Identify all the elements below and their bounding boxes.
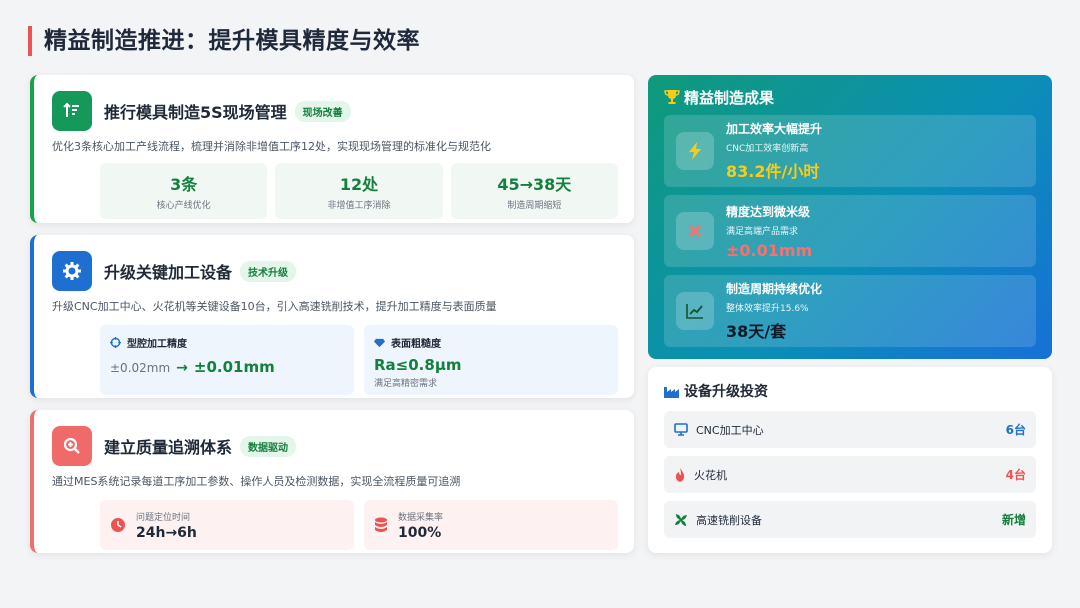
- spec-box-precision: 型腔加工精度 ±0.02mm → ±0.01mm: [100, 325, 354, 395]
- database-icon: [374, 517, 388, 533]
- card-description: 升级CNC加工中心、火花机等关键设备10台，引入高速铣削技术，提升加工精度与表面…: [52, 300, 497, 313]
- crosshair-icon: [110, 337, 121, 348]
- spec-box-roughness: 表面粗糙度 Ra≤0.8μm 满足高精密需求: [364, 325, 618, 395]
- stat-value: 45→38天: [497, 175, 572, 194]
- investment-name: CNC加工中心: [696, 423, 764, 437]
- investment-panel: 设备升级投资 CNC加工中心 6台 火花机 4台 高速铣削设备 新增: [648, 367, 1052, 553]
- card-title: 推行模具制造5S现场管理: [104, 103, 287, 122]
- card-description: 优化3条核心加工产线流程，梳理并消除非增值工序12处，实现现场管理的标准化与规范…: [52, 140, 491, 153]
- spec-new-value: ±0.01mm: [193, 358, 275, 376]
- result-subtitle: 整体效率提升15.6%: [726, 304, 809, 314]
- result-value: ±0.01mm: [726, 240, 813, 260]
- spec-value: Ra≤0.8μm: [374, 356, 462, 374]
- crosshair-icon: [676, 212, 714, 250]
- metric-box: 问题定位时间 24h→6h: [100, 500, 354, 550]
- fire-icon: [674, 467, 686, 482]
- card-equipment-upgrade: 升级关键加工设备 技术升级 升级CNC加工中心、火花机等关键设备10台，引入高速…: [30, 235, 634, 398]
- results-panel: 精益制造成果 加工效率大幅提升 CNC加工效率创新高 83.2件/小时 精度达到…: [648, 75, 1052, 359]
- investment-value: 4台: [1005, 468, 1026, 482]
- metric-label: 问题定位时间: [136, 512, 191, 523]
- result-subtitle: 满足高端产品需求: [726, 226, 799, 237]
- card-description: 通过MES系统记录每道工序加工参数、操作人员及检测数据，实现全流程质量可追溯: [52, 475, 461, 488]
- result-value: 83.2件/小时: [726, 162, 820, 181]
- result-name: 加工效率大幅提升: [726, 122, 823, 136]
- stat-label: 核心产线优化: [156, 201, 211, 211]
- stat-box: 45→38天 制造周期缩短: [450, 163, 618, 219]
- card-title: 升级关键加工设备: [104, 263, 233, 282]
- tag-badge: 现场改善: [294, 100, 351, 122]
- result-item: 精度达到微米级 满足高端产品需求 ±0.01mm: [664, 195, 1036, 267]
- stat-label: 非增值工序消除: [327, 201, 391, 211]
- stat-box: 12处 非增值工序消除: [275, 163, 443, 219]
- card-5s-management: 推行模具制造5S现场管理 现场改善 优化3条核心加工产线流程，梳理并消除非增值工…: [30, 75, 634, 223]
- investment-title: 设备升级投资: [684, 384, 768, 400]
- investment-row: 高速铣削设备 新增: [664, 501, 1036, 538]
- bolt-icon: [676, 132, 714, 170]
- metric-value: 100%: [398, 524, 442, 541]
- result-item: 制造周期持续优化 整体效率提升15.6% 38天/套: [664, 275, 1036, 347]
- investment-name: 火花机: [694, 468, 727, 482]
- monitor-icon: [674, 423, 688, 436]
- tag-badge: 数据驱动: [240, 435, 297, 457]
- fan-icon: [674, 513, 688, 527]
- search-plus-icon: [52, 426, 92, 466]
- investment-value: 6台: [1005, 423, 1026, 437]
- stat-label: 制造周期缩短: [507, 201, 562, 211]
- clock-icon: [110, 517, 126, 533]
- result-item: 加工效率大幅提升 CNC加工效率创新高 83.2件/小时: [664, 115, 1036, 187]
- gear-icon: [52, 251, 92, 291]
- metric-label: 数据采集率: [398, 512, 444, 523]
- stat-value: 3条: [170, 175, 198, 194]
- result-name: 制造周期持续优化: [726, 282, 823, 296]
- page-title: 精益制造推进：提升模具精度与效率: [28, 26, 420, 56]
- stat-box: 3条 核心产线优化: [100, 163, 268, 219]
- investment-row: CNC加工中心 6台: [664, 411, 1036, 448]
- investment-name: 高速铣削设备: [696, 513, 762, 527]
- spec-label: 表面粗糙度: [391, 339, 441, 350]
- spec-label: 型腔加工精度: [127, 339, 187, 350]
- metric-box: 数据采集率 100%: [364, 500, 618, 550]
- sort-icon: [52, 91, 92, 131]
- spec-note: 满足高精密需求: [374, 379, 438, 389]
- tag-badge: 技术升级: [240, 260, 297, 282]
- metric-value: 24h→6h: [136, 524, 197, 541]
- investment-value: 新增: [1001, 513, 1026, 527]
- investment-row: 火花机 4台: [664, 456, 1036, 493]
- result-name: 精度达到微米级: [726, 204, 811, 219]
- diamond-icon: [374, 338, 385, 348]
- chart-line-icon: [676, 292, 714, 330]
- results-title: 精益制造成果: [684, 88, 775, 107]
- factory-icon: [664, 387, 679, 398]
- result-subtitle: CNC加工效率创新高: [726, 144, 809, 154]
- result-value: 38天/套: [726, 322, 787, 341]
- spec-old-value: ±0.02mm: [110, 361, 171, 375]
- stat-value: 12处: [339, 175, 379, 194]
- card-quality-trace: 建立质量追溯体系 数据驱动 通过MES系统记录每道工序加工参数、操作人员及检测数…: [30, 410, 634, 553]
- trophy-icon: [664, 90, 680, 104]
- arrow-right-icon: →: [176, 360, 188, 376]
- card-title: 建立质量追溯体系: [104, 438, 233, 457]
